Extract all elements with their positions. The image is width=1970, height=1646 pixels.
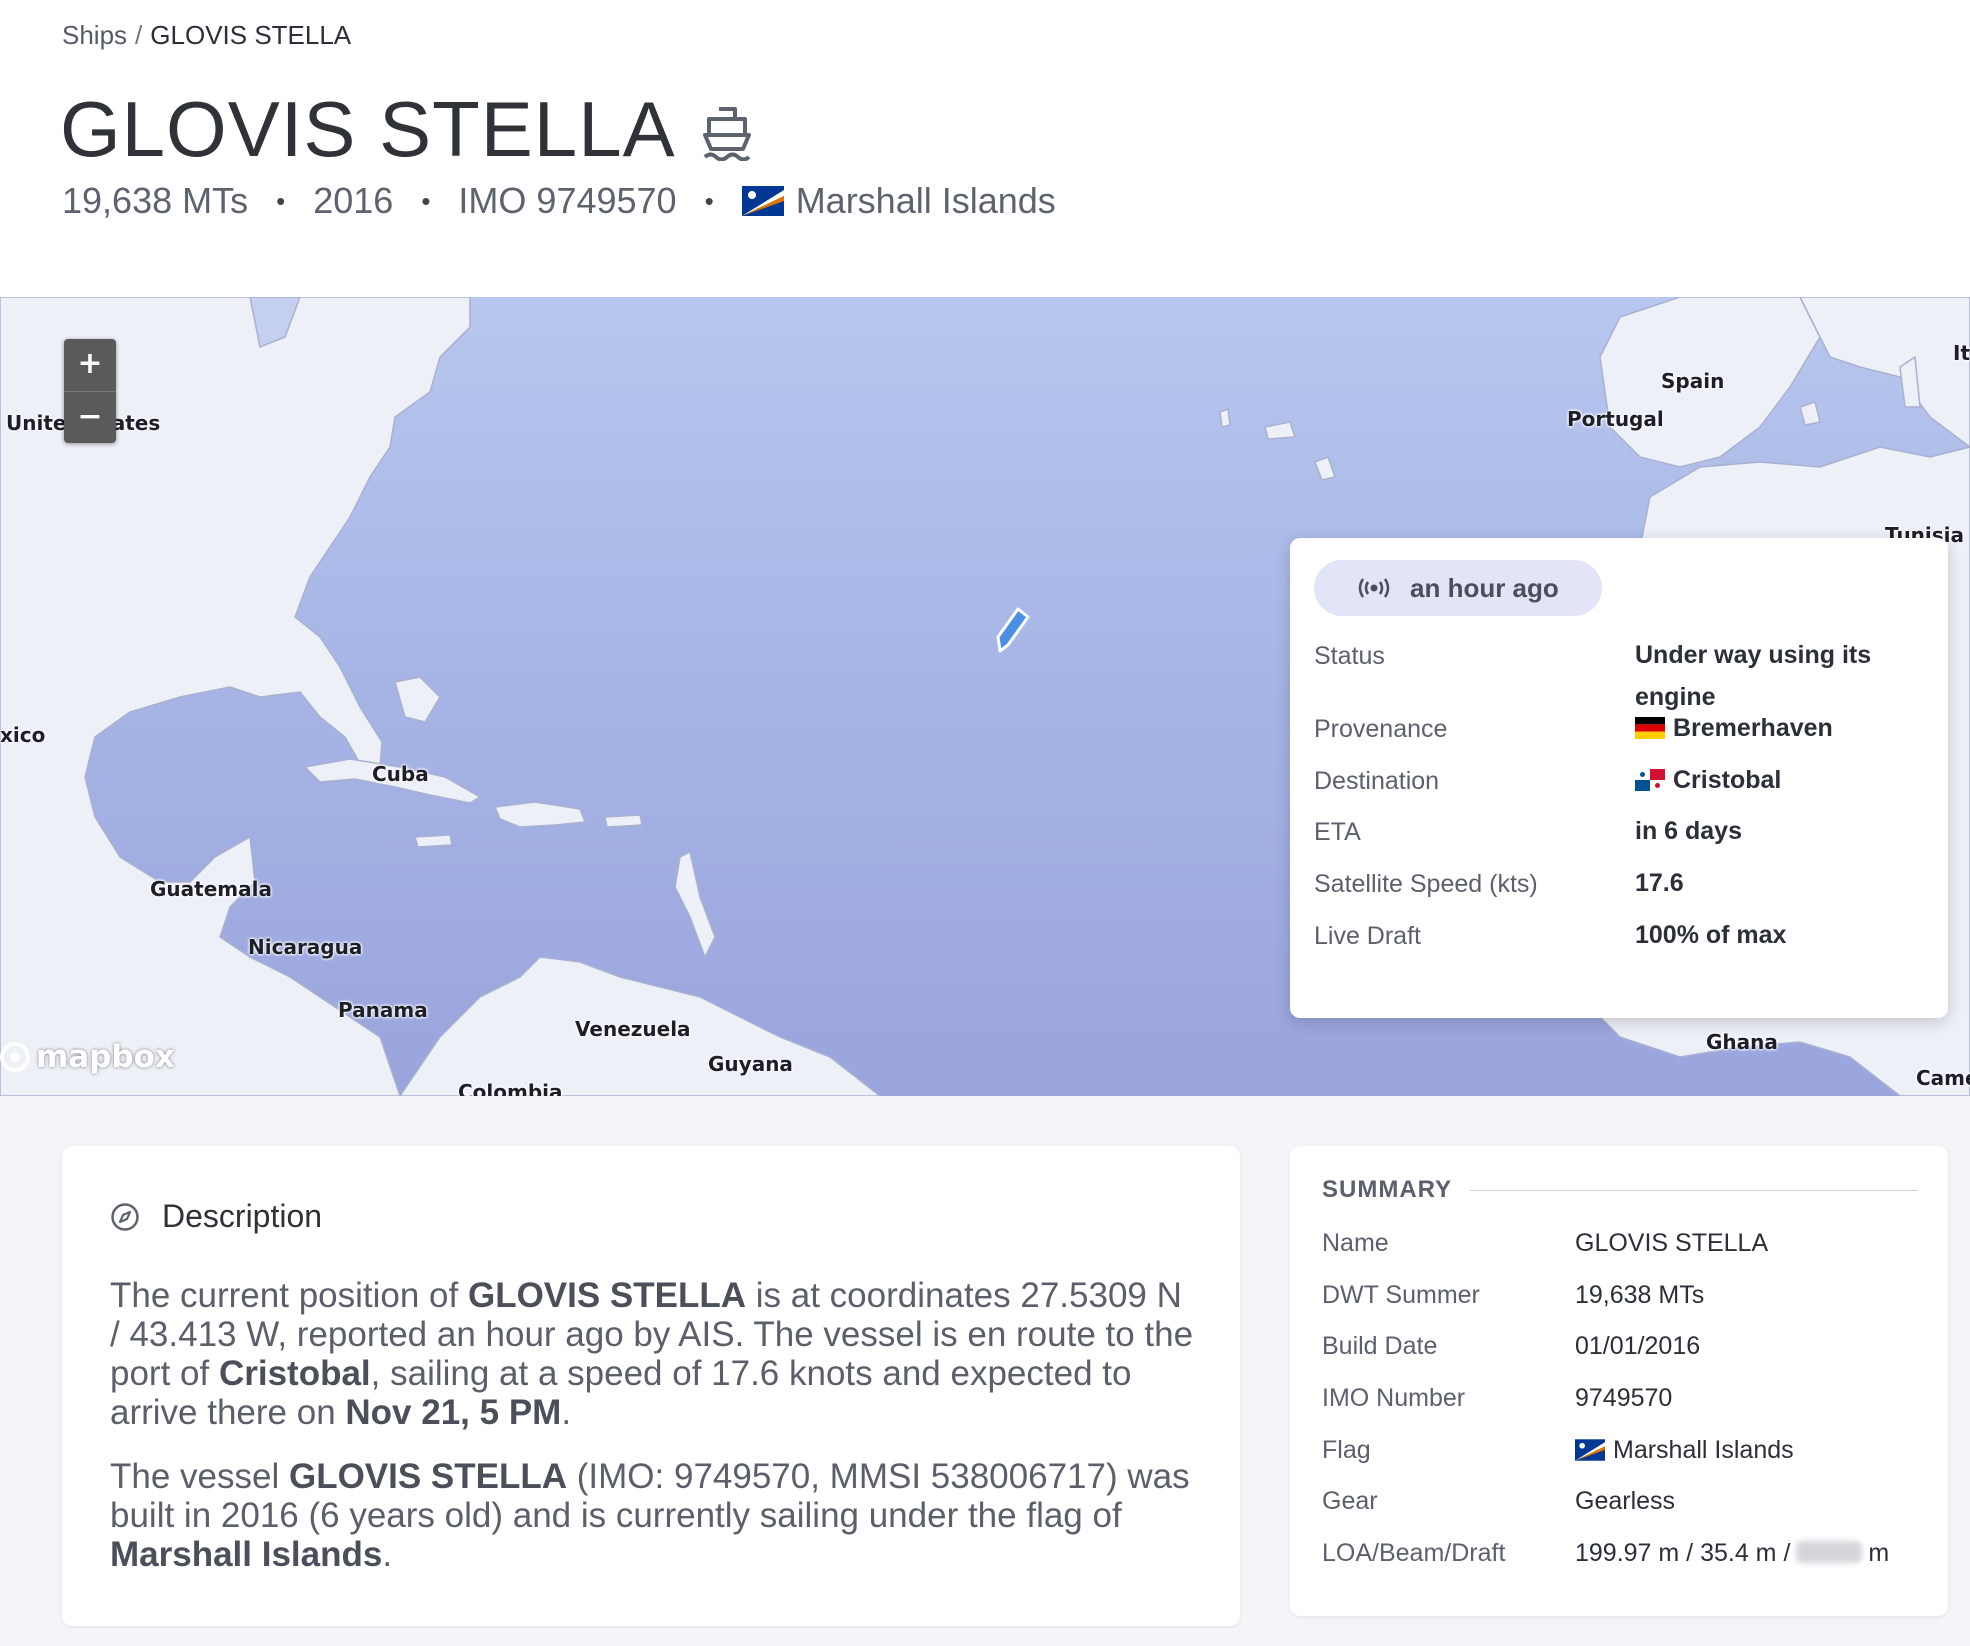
summary-label: Name bbox=[1322, 1229, 1389, 1257]
summary-value-unit: m bbox=[1868, 1539, 1890, 1567]
page-header: Ships / GLOVIS STELLA GLOVIS STELLA 19,638… bbox=[0, 0, 1970, 297]
popup-value-wrap: Cristobal bbox=[1635, 759, 1915, 801]
breadcrumb-current: GLOVIS STELLA bbox=[150, 20, 352, 50]
compass-icon bbox=[111, 1202, 139, 1231]
hidden-draft-value bbox=[1796, 1541, 1863, 1563]
description-port: Cristobal bbox=[218, 1354, 371, 1393]
ship-meta: 19,638 MTs • 2016 • IMO 9749570 • Marsha… bbox=[62, 180, 1056, 222]
popup-value: in 6 days bbox=[1635, 817, 1742, 845]
ship-flag: Marshall Islands bbox=[795, 180, 1056, 221]
description-flag: Marshall Islands bbox=[110, 1535, 383, 1574]
zoom-in-button[interactable]: + bbox=[64, 339, 116, 391]
description-text: The current position of bbox=[110, 1276, 468, 1315]
popup-value: Under way using its engine bbox=[1635, 641, 1872, 711]
summary-title: SUMMARY bbox=[1322, 1176, 1453, 1203]
summary-value: GLOVIS STELLA bbox=[1575, 1229, 1769, 1257]
separator-dot: • bbox=[421, 185, 431, 216]
summary-value: Marshall Islands bbox=[1613, 1436, 1794, 1464]
ship-year: 2016 bbox=[313, 180, 394, 221]
map-label-portugal: Portugal bbox=[1567, 407, 1664, 431]
summary-heading: SUMMARY bbox=[1322, 1176, 1918, 1204]
map-label-cameroon: Came bbox=[1916, 1066, 1970, 1090]
description-text: . bbox=[561, 1393, 572, 1432]
popup-value-wrap: Bremerhaven bbox=[1635, 707, 1915, 749]
zoom-out-button[interactable]: − bbox=[64, 391, 116, 443]
map-label-italy: It bbox=[1953, 341, 1970, 365]
separator-dot: • bbox=[276, 185, 286, 216]
map-label-ghana: Ghana bbox=[1706, 1030, 1778, 1054]
panama-flag-icon bbox=[1635, 769, 1665, 791]
popup-value: 17.6 bbox=[1635, 869, 1684, 897]
summary-label: Build Date bbox=[1322, 1332, 1438, 1360]
marshall-islands-flag-icon bbox=[1575, 1439, 1605, 1461]
map-label-panama: Panama bbox=[338, 998, 428, 1022]
breadcrumb: Ships / GLOVIS STELLA bbox=[62, 20, 351, 51]
summary-label: IMO Number bbox=[1322, 1384, 1466, 1412]
ship-dwt: 19,638 MTs bbox=[62, 180, 249, 221]
summary-divider bbox=[1470, 1189, 1918, 1191]
popup-label: Live Draft bbox=[1314, 922, 1421, 950]
broadcast-icon bbox=[1358, 578, 1390, 598]
summary-label: DWT Summer bbox=[1322, 1281, 1480, 1309]
summary-value: 01/01/2016 bbox=[1575, 1332, 1701, 1360]
map-label-guatemala: Guatemala bbox=[150, 877, 272, 901]
popup-label: Status bbox=[1314, 642, 1385, 670]
description-eta-date: Nov 21, 5 PM bbox=[345, 1393, 562, 1432]
title-row: GLOVIS STELLA bbox=[60, 84, 752, 174]
last-seen-text: an hour ago bbox=[1410, 572, 1559, 603]
summary-value: 9749570 bbox=[1575, 1384, 1673, 1412]
mapbox-logo-icon bbox=[0, 1042, 30, 1072]
description-text: The vessel bbox=[110, 1457, 289, 1496]
popup-label: Satellite Speed (kts) bbox=[1314, 870, 1538, 898]
vessel-position-marker[interactable] bbox=[990, 605, 1036, 657]
description-ship-name: GLOVIS STELLA bbox=[288, 1457, 568, 1496]
page-title: GLOVIS STELLA bbox=[60, 85, 676, 173]
germany-flag-icon bbox=[1635, 717, 1665, 739]
description-text: . bbox=[382, 1535, 393, 1574]
ship-imo: IMO 9749570 bbox=[458, 180, 677, 221]
map-label-mexico: xico bbox=[0, 723, 46, 747]
summary-card: SUMMARY Name GLOVIS STELLA DWT Summer 19… bbox=[1290, 1146, 1948, 1616]
map-label-nicaragua: Nicaragua bbox=[248, 935, 363, 959]
summary-label: LOA/Beam/Draft bbox=[1322, 1539, 1506, 1567]
mapbox-logo[interactable]: mapbox bbox=[0, 1039, 175, 1075]
description-paragraph-position: The current position of GLOVIS STELLA is… bbox=[110, 1276, 1200, 1432]
summary-label: Gear bbox=[1322, 1487, 1378, 1515]
breadcrumb-ships-link[interactable]: Ships bbox=[62, 20, 127, 50]
separator-dot: • bbox=[704, 185, 714, 216]
map-label-venezuela: Venezuela bbox=[575, 1017, 691, 1041]
map-zoom-control: + − bbox=[64, 339, 116, 443]
popup-label: ETA bbox=[1314, 818, 1361, 846]
description-heading: Description bbox=[110, 1198, 322, 1235]
popup-value: 100% of max bbox=[1635, 921, 1787, 949]
description-card: Description The current position of GLOV… bbox=[62, 1146, 1240, 1626]
summary-label: Flag bbox=[1322, 1436, 1371, 1464]
vessel-map[interactable]: United States xico Cuba Guatemala Nicara… bbox=[0, 297, 1970, 1096]
popup-label: Destination bbox=[1314, 767, 1440, 795]
breadcrumb-separator: / bbox=[135, 20, 143, 50]
summary-value: 199.97 m / 35.4 m / bbox=[1575, 1539, 1791, 1567]
summary-value: 19,638 MTs bbox=[1575, 1281, 1705, 1309]
map-label-spain: Spain bbox=[1661, 369, 1725, 393]
map-label-cuba: Cuba bbox=[372, 762, 429, 786]
map-label-colombia: Colombia bbox=[458, 1080, 563, 1096]
marshall-islands-flag-icon bbox=[741, 186, 784, 216]
popup-value: Cristobal bbox=[1673, 766, 1782, 794]
mapbox-attribution: mapbox bbox=[36, 1039, 175, 1075]
map-label-guyana: Guyana bbox=[708, 1052, 793, 1076]
vessel-info-popup: an hour ago Status Under way using its e… bbox=[1290, 538, 1948, 1018]
summary-value-wrap: 199.97 m / 35.4 m / m bbox=[1575, 1539, 1889, 1568]
ship-icon bbox=[702, 107, 751, 161]
description-ship-name: GLOVIS STELLA bbox=[467, 1276, 747, 1315]
last-seen-badge: an hour ago bbox=[1314, 560, 1602, 616]
popup-value: Bremerhaven bbox=[1673, 714, 1833, 742]
description-title: Description bbox=[162, 1198, 323, 1234]
popup-label: Provenance bbox=[1314, 715, 1448, 743]
summary-value-wrap: Marshall Islands bbox=[1575, 1436, 1794, 1465]
summary-value: Gearless bbox=[1575, 1487, 1676, 1515]
description-paragraph-vessel: The vessel GLOVIS STELLA (IMO: 9749570, … bbox=[110, 1457, 1200, 1574]
